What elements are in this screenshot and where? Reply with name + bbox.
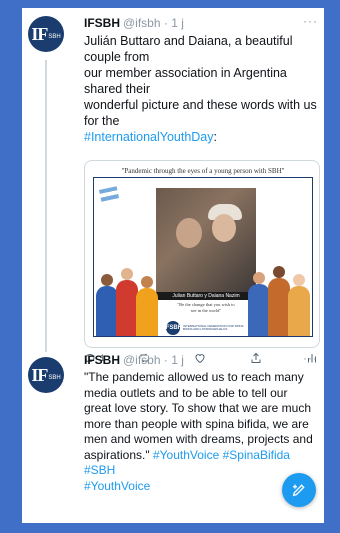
poster-image: Julian Buttaro y Daiana Nazim "Be the ch… bbox=[93, 177, 313, 337]
frame-border-top bbox=[0, 0, 340, 8]
face-shape bbox=[176, 218, 202, 248]
avatar[interactable]: IF SBH bbox=[28, 357, 64, 393]
screenshot-frame: IF SBH IFSBH @ifsbh · 1 j ··· Julián Butt… bbox=[0, 0, 340, 533]
media-card[interactable]: "Pandemic through the eyes of a young pe… bbox=[84, 160, 320, 348]
compose-icon bbox=[292, 484, 305, 497]
illustrated-person bbox=[248, 284, 270, 336]
illustrated-person bbox=[268, 278, 290, 336]
timeline[interactable]: IF SBH IFSBH @ifsbh · 1 j ··· Julián Butt… bbox=[22, 8, 324, 523]
hashtag-link[interactable]: #InternationalYouthDay bbox=[84, 130, 214, 144]
couple-photo bbox=[156, 188, 256, 292]
tweet-text-line: #InternationalYouthDay: bbox=[84, 129, 320, 145]
face-shape bbox=[212, 214, 236, 242]
illustrated-head bbox=[293, 274, 305, 286]
tweet-text-line: couple from bbox=[84, 50, 150, 64]
compose-tweet-button[interactable] bbox=[282, 473, 316, 507]
tweet-text-line: men and women with dreams, projects and bbox=[84, 432, 313, 446]
frame-border-bottom bbox=[0, 523, 340, 533]
illustrated-head bbox=[273, 266, 285, 278]
tweet-content: IFSBH @ifsbh · 1 j ··· Julián Buttaro an… bbox=[84, 14, 320, 145]
org-logo: IFSBH INTERNATIONAL FEDERATION FOR SPINA… bbox=[164, 320, 246, 336]
tweet-text-line: shared their bbox=[84, 82, 151, 96]
illustrated-head bbox=[101, 274, 113, 286]
author-name[interactable]: IFSBH bbox=[84, 16, 120, 31]
tweet-text-line: Julián Buttaro and Daiana, a beautiful bbox=[84, 34, 293, 48]
argentina-flag-icon bbox=[98, 186, 120, 202]
hashtag-link[interactable]: #YouthVoice #SpinaBifida bbox=[153, 448, 290, 462]
card-caption: "Pandemic through the eyes of a young pe… bbox=[121, 167, 285, 175]
illustrated-head bbox=[253, 272, 265, 284]
illustrated-person bbox=[96, 286, 118, 336]
avatar-logo-sbh: SBH bbox=[48, 34, 61, 40]
more-options-icon[interactable]: ··· bbox=[303, 14, 318, 28]
author-handle[interactable]: @ifsbh · 1 j bbox=[123, 16, 184, 31]
tweet-text-fragment: aspirations." bbox=[84, 447, 153, 462]
avatar[interactable]: IF SBH bbox=[28, 16, 64, 52]
tweet-text-line: "The pandemic allowed us to reach many bbox=[84, 370, 304, 384]
poster-quote: "Be the change that you wish to see in t… bbox=[177, 302, 235, 313]
tweet-text-line: wonderful picture and these words with u… bbox=[84, 98, 317, 112]
hashtag-link[interactable]: #SBH bbox=[84, 463, 320, 479]
illustrated-person bbox=[136, 288, 158, 336]
more-options-icon[interactable]: ··· bbox=[303, 351, 318, 365]
tweet-text: Julián Buttaro and Daiana, a beautiful c… bbox=[84, 33, 320, 145]
frame-border-left bbox=[0, 0, 22, 533]
hashtag-suffix: : bbox=[213, 130, 217, 144]
frame-border-right bbox=[324, 0, 340, 533]
photo-label: Julian Buttaro y Daiana Nazim bbox=[156, 292, 256, 300]
tweet-text-line: our member association in Argentina bbox=[84, 66, 287, 80]
avatar-logo-if: IF bbox=[31, 23, 48, 44]
org-logo-text: INTERNATIONAL FEDERATION FOR SPINA BIFID… bbox=[183, 323, 244, 331]
tweet-header: IFSBH @ifsbh · 1 j bbox=[84, 16, 320, 31]
org-logo-mark: IFSBH bbox=[164, 321, 182, 335]
tweet-text-line: great love story. To show that we are mu… bbox=[84, 401, 311, 415]
illustrated-person bbox=[116, 280, 138, 336]
illustrated-head bbox=[141, 276, 153, 288]
avatar-logo-if: IF bbox=[31, 364, 48, 385]
illustrated-head bbox=[121, 268, 133, 280]
thread-line bbox=[45, 60, 47, 352]
tweet-text-line: media outlets and to be able to tell our bbox=[84, 385, 288, 400]
tweet-header: IFSBH @ifsbh · 1 j bbox=[84, 353, 320, 368]
illustrated-person bbox=[288, 286, 310, 336]
avatar-logo-sbh: SBH bbox=[48, 375, 61, 381]
author-handle[interactable]: @ifsbh · 1 j bbox=[123, 353, 184, 368]
tweet-content: IFSBH @ifsbh · 1 j ··· "The pandemic all… bbox=[84, 351, 320, 494]
tweet-text-line: aspirations." #YouthVoice #SpinaBifida bbox=[84, 448, 320, 464]
tweet-text-line: more than people with spina bifida, we a… bbox=[84, 416, 309, 431]
author-name[interactable]: IFSBH bbox=[84, 353, 120, 368]
tweet-text-line: for the bbox=[84, 114, 120, 128]
tweet-text: "The pandemic allowed us to reach many m… bbox=[84, 370, 320, 494]
